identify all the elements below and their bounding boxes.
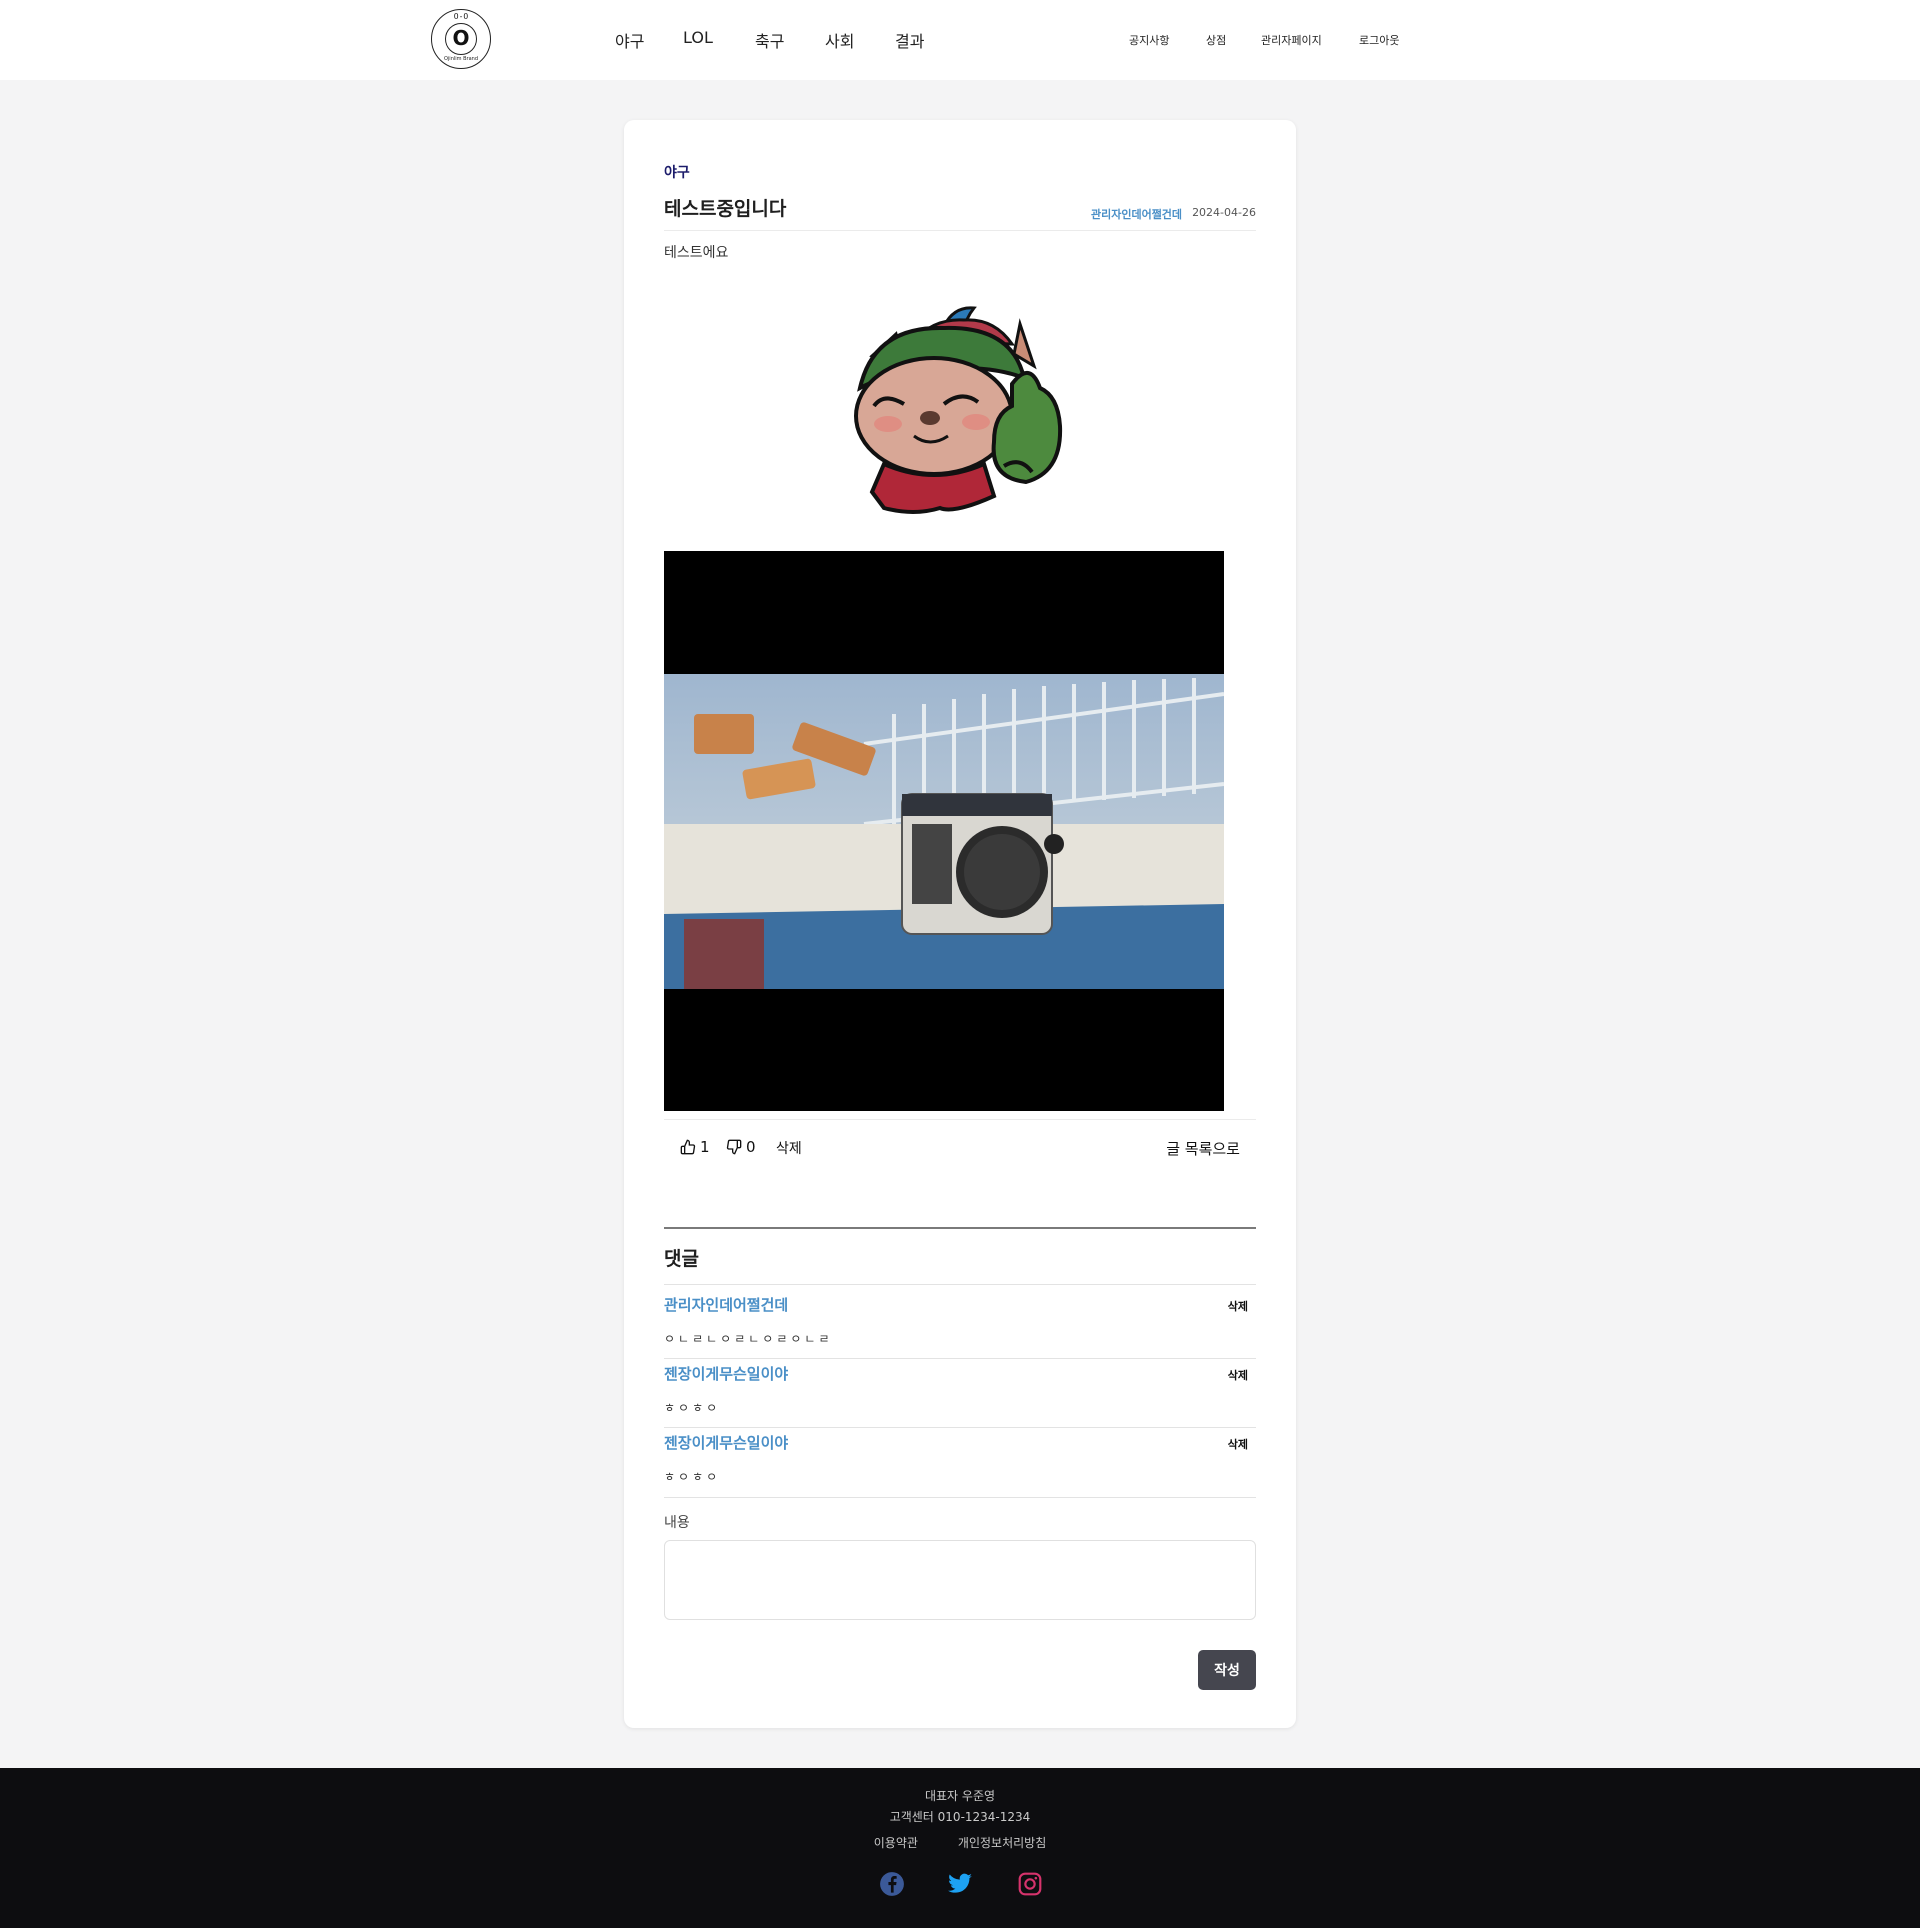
thumbs-up-icon <box>680 1139 696 1155</box>
post-date: 2024-04-26 <box>1192 206 1256 219</box>
comment-delete-button[interactable]: 삭제 <box>1228 1367 1248 1383</box>
comment-author[interactable]: 관리자인데어쩔건데 <box>664 1294 788 1315</box>
comment-divider <box>664 1427 1256 1428</box>
privacy-link[interactable]: 개인정보처리방침 <box>958 1834 1046 1851</box>
comment-delete-button[interactable]: 삭제 <box>1228 1298 1248 1314</box>
comments-heading: 댓글 <box>664 1248 699 1270</box>
comment-text: ㅎㅇㅎㅇ <box>664 1401 721 1415</box>
post-body: 테스트에요 <box>664 245 729 261</box>
comment-divider <box>664 1284 1256 1285</box>
like-count: 1 <box>700 1138 710 1156</box>
post-card: 야구 테스트중입니다 관리자인데어쩔건데 2024-04-26 테스트에요 1 … <box>624 120 1296 1728</box>
comment-text: ㅇㄴㄹㄴㅇㄹㄴㅇㄹㅇㄴㄹ <box>664 1332 833 1346</box>
site-logo[interactable]: O-O O Ojinlim Brand <box>431 9 491 69</box>
divider <box>664 1119 1256 1120</box>
util-item-shop[interactable]: 상점 <box>1206 32 1226 48</box>
post-category: 야구 <box>664 165 690 181</box>
like-button[interactable]: 1 <box>680 1138 710 1156</box>
footer-ceo: 대표자 우준영 <box>924 1789 996 1803</box>
post-actions: 1 0 삭제 글 목록으로 <box>664 1138 1256 1168</box>
submit-comment-button[interactable]: 작성 <box>1198 1650 1256 1690</box>
thumbs-down-icon <box>726 1139 742 1155</box>
post-title: 테스트중입니다 <box>664 198 787 220</box>
site-footer: 대표자 우준영 고객센터 010-1234-1234 이용약관 개인정보처리방침 <box>0 1768 1920 1928</box>
facebook-icon[interactable] <box>879 1871 905 1897</box>
footer-links: 이용약관 개인정보처리방침 <box>0 1834 1920 1851</box>
util-item-logout[interactable]: 로그아웃 <box>1359 32 1399 48</box>
post-author[interactable]: 관리자인데어쩔건데 <box>1091 206 1182 222</box>
nav-item-results[interactable]: 결과 <box>895 28 924 52</box>
nav-item-lol[interactable]: LOL <box>683 28 713 47</box>
content-label: 내용 <box>664 1515 690 1531</box>
site-header: O-O O Ojinlim Brand 야구 LOL 축구 사회 결과 공지사항… <box>0 0 1920 80</box>
video-frame-image <box>664 674 1224 989</box>
logo-top-mark: O-O <box>453 12 469 21</box>
teemo-sticker-image <box>854 306 1063 514</box>
dislike-count: 0 <box>746 1138 756 1156</box>
comment-author[interactable]: 젠장이게무슨일이야 <box>664 1363 788 1384</box>
comment-divider <box>664 1358 1256 1359</box>
dislike-button[interactable]: 0 <box>726 1138 756 1156</box>
comment-text: ㅎㅇㅎㅇ <box>664 1470 721 1484</box>
util-item-notice[interactable]: 공지사항 <box>1129 32 1169 48</box>
post-meta: 관리자인데어쩔건데 2024-04-26 <box>1091 206 1256 222</box>
comment-author[interactable]: 젠장이게무슨일이야 <box>664 1432 788 1453</box>
nav-item-soccer[interactable]: 축구 <box>755 28 784 52</box>
util-item-admin[interactable]: 관리자페이지 <box>1261 32 1322 48</box>
back-to-list-link[interactable]: 글 목록으로 <box>1166 1138 1240 1159</box>
logo-bottom-mark: Ojinlim Brand <box>443 56 478 62</box>
comment-delete-button[interactable]: 삭제 <box>1228 1436 1248 1452</box>
delete-post-button[interactable]: 삭제 <box>776 1138 802 1158</box>
footer-support: 고객센터 010-1234-1234 <box>889 1810 1031 1824</box>
comments-divider <box>664 1227 1256 1229</box>
nav-item-baseball[interactable]: 야구 <box>615 28 644 52</box>
instagram-icon[interactable] <box>1017 1871 1043 1897</box>
comment-divider <box>664 1497 1256 1498</box>
terms-link[interactable]: 이용약관 <box>874 1834 918 1851</box>
video-player[interactable] <box>664 551 1224 1111</box>
comment-content-input[interactable] <box>664 1540 1256 1620</box>
divider <box>664 230 1256 231</box>
nav-item-society[interactable]: 사회 <box>825 28 854 52</box>
twitter-icon[interactable] <box>947 1871 973 1897</box>
logo-letter: O <box>445 23 477 55</box>
